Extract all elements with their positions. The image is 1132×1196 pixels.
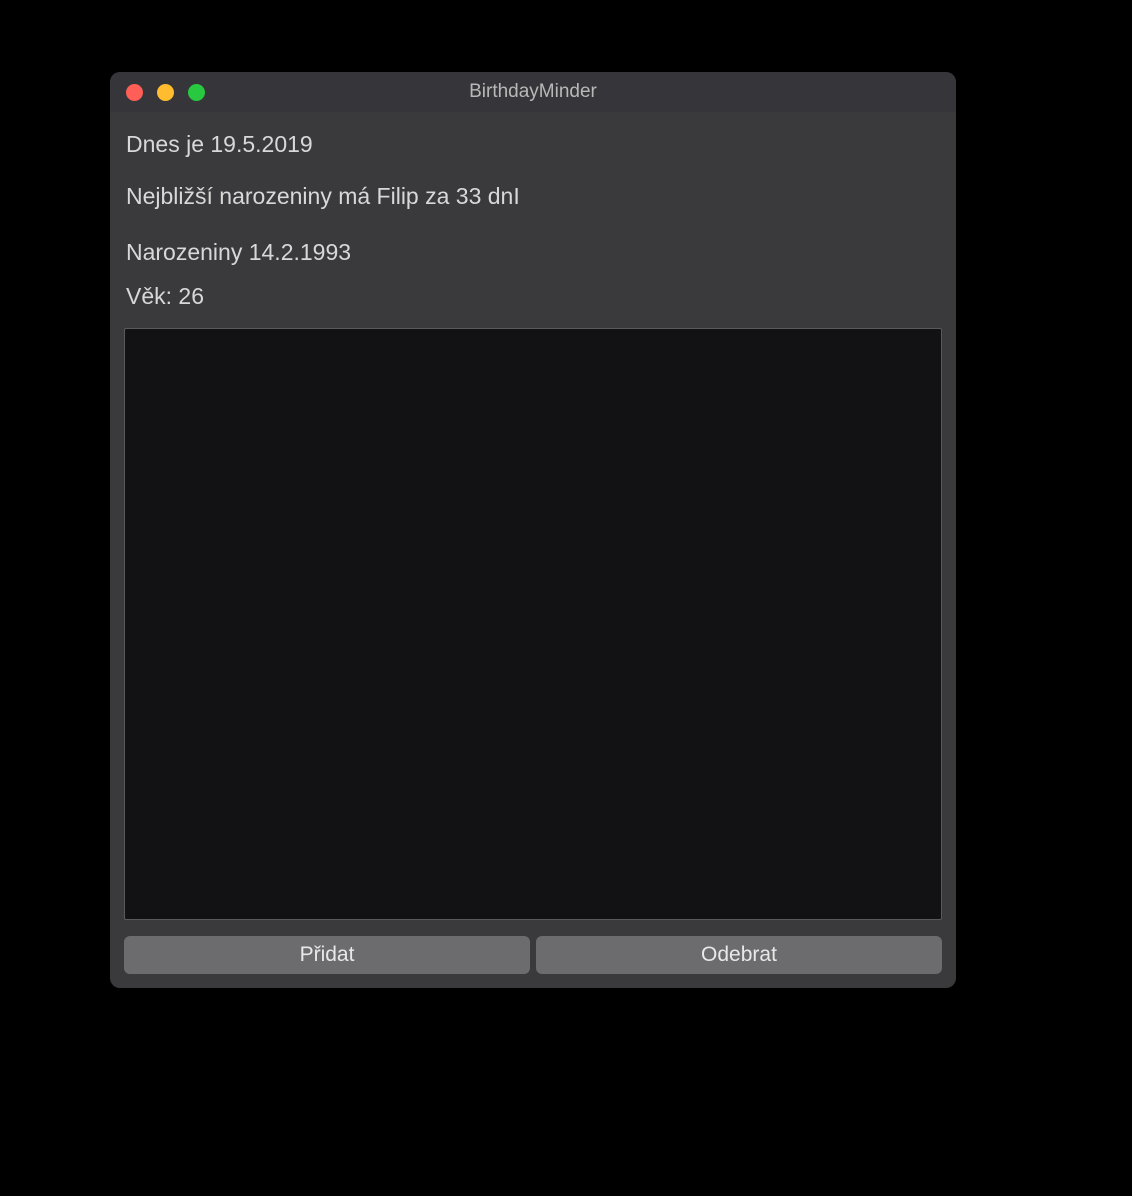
window-title: BirthdayMinder [110,81,956,103]
add-button[interactable]: Přidat [124,936,530,974]
info-block: Dnes je 19.5.2019 Nejbližší narozeniny m… [124,126,942,312]
remove-button[interactable]: Odebrat [536,936,942,974]
minimize-icon[interactable] [157,84,174,101]
traffic-lights [126,84,205,101]
close-icon[interactable] [126,84,143,101]
birthday-date-label: Narozeniny 14.2.1993 [126,238,940,268]
nearest-birthday-label: Nejbližší narozeniny má Filip za 33 dnI [126,182,940,212]
button-row: Přidat Odebrat [124,936,942,974]
titlebar[interactable]: BirthdayMinder [110,72,956,112]
app-window: BirthdayMinder Dnes je 19.5.2019 Nejbliž… [110,72,956,988]
age-label: Věk: 26 [126,282,940,312]
people-listbox[interactable] [124,328,942,920]
maximize-icon[interactable] [188,84,205,101]
today-date-label: Dnes je 19.5.2019 [126,130,940,160]
content-area: Dnes je 19.5.2019 Nejbližší narozeniny m… [110,112,956,988]
